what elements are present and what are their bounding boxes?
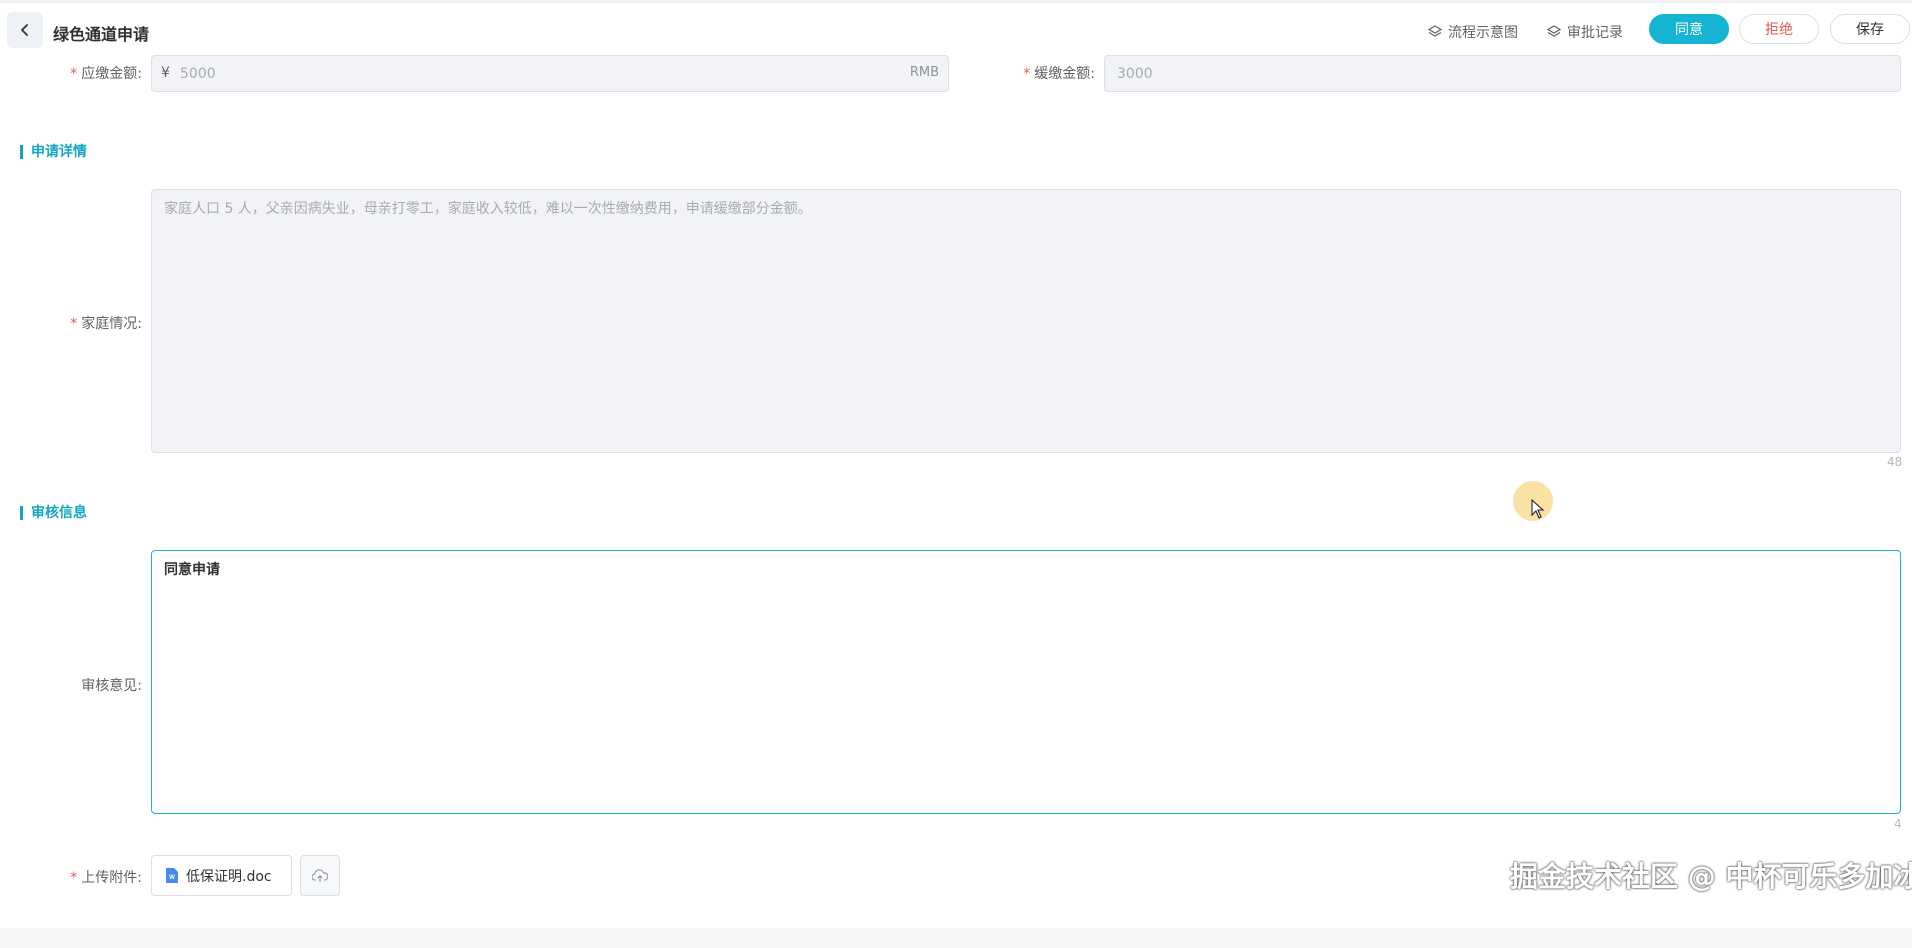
layers-icon bbox=[1547, 25, 1561, 37]
approval-history-link[interactable]: 审批记录 bbox=[1547, 22, 1623, 42]
layers-icon bbox=[1428, 25, 1442, 37]
due-amount-input[interactable]: ¥ 5000 RMB bbox=[151, 55, 949, 92]
attachment-file[interactable]: W 低保证明.doc bbox=[151, 855, 292, 896]
page-title: 绿色通道申请 bbox=[53, 25, 150, 44]
review-opinion-textarea[interactable]: 同意申请 bbox=[151, 550, 1901, 814]
attachment-filename: 低保证明.doc bbox=[186, 868, 272, 885]
family-situation-label: * 家庭情况: bbox=[70, 316, 142, 332]
agree-button[interactable]: 同意 bbox=[1649, 14, 1729, 44]
deferred-amount-input[interactable]: 3000 bbox=[1104, 55, 1901, 92]
save-button[interactable]: 保存 bbox=[1830, 14, 1910, 44]
chevron-left-icon bbox=[21, 24, 28, 36]
family-situation-textarea[interactable]: 家庭人口 5 人，父亲因病失业，母亲打零工，家庭收入较低，难以一次性缴纳费用，申… bbox=[151, 189, 1901, 453]
deferred-amount-value: 3000 bbox=[1117, 66, 1153, 82]
watermark: 掘金技术社区 @ 中杯可乐多加冰 bbox=[1510, 860, 1912, 893]
svg-text:W: W bbox=[169, 875, 175, 881]
section-title-details: 申请详情 bbox=[20, 145, 87, 159]
mouse-pointer-icon bbox=[1531, 499, 1545, 519]
word-document-icon: W bbox=[166, 868, 178, 883]
due-amount-value: 5000 bbox=[180, 66, 216, 82]
page-header: 绿色通道申请 流程示意图 审批记录 同意 拒绝 保存 bbox=[0, 3, 1912, 55]
reject-button[interactable]: 拒绝 bbox=[1739, 14, 1819, 44]
upload-icon bbox=[312, 868, 328, 882]
flow-diagram-link[interactable]: 流程示意图 bbox=[1428, 22, 1518, 42]
attachment-label: * 上传附件: bbox=[70, 870, 142, 886]
currency-prefix: ¥ bbox=[161, 65, 170, 81]
section-title-review: 审核信息 bbox=[20, 506, 87, 520]
currency-suffix: RMB bbox=[909, 65, 939, 80]
review-opinion-label: 审核意见: bbox=[81, 678, 142, 694]
opinion-char-counter: 4 bbox=[1894, 817, 1902, 831]
bottom-bar bbox=[0, 928, 1912, 948]
family-char-counter: 48 bbox=[1887, 455, 1903, 469]
back-button[interactable] bbox=[7, 12, 43, 48]
flow-diagram-label: 流程示意图 bbox=[1448, 25, 1518, 41]
upload-button[interactable] bbox=[300, 855, 340, 896]
deferred-amount-label: * 缓缴金额: bbox=[1023, 66, 1095, 82]
approval-history-label: 审批记录 bbox=[1567, 25, 1623, 41]
due-amount-label: * 应缴金额: bbox=[70, 66, 142, 82]
